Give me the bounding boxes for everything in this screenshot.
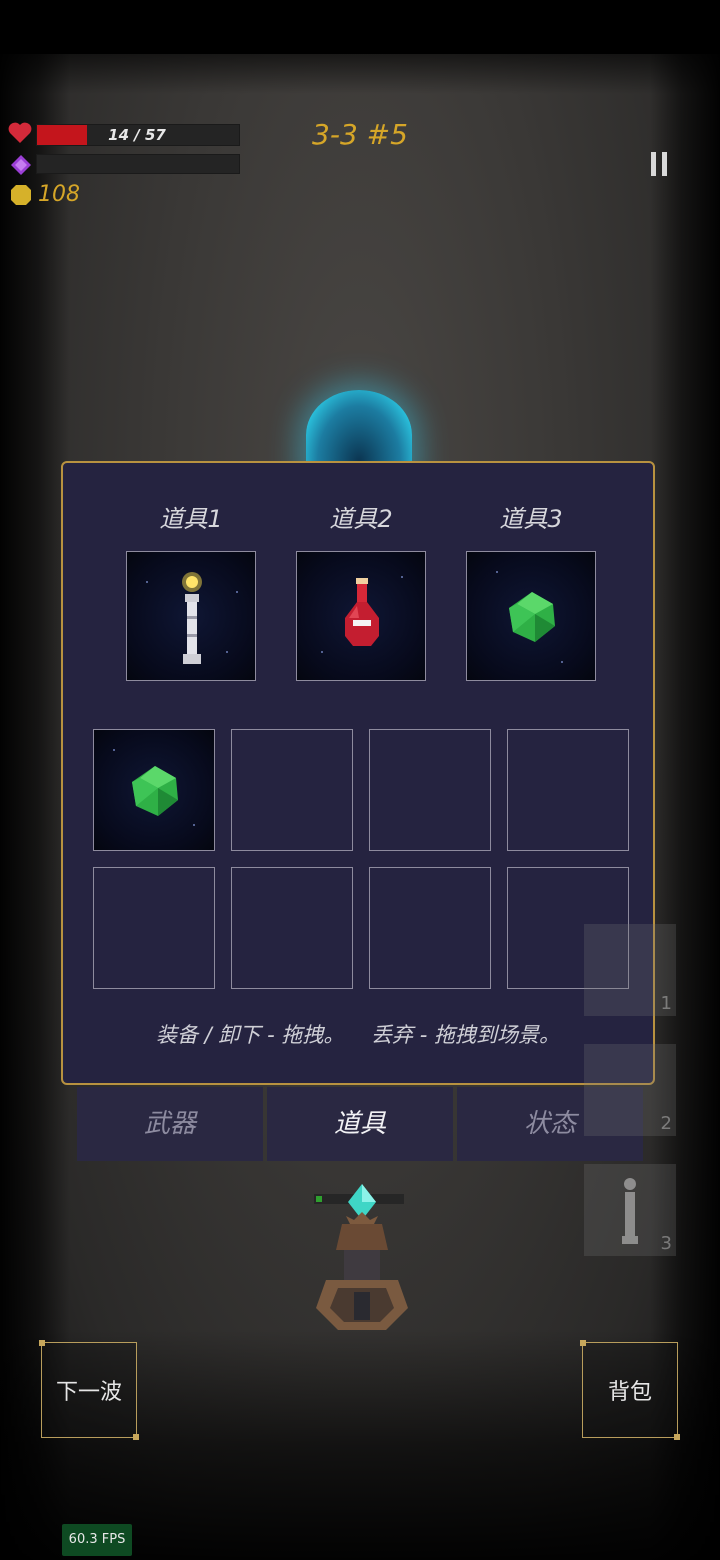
quickslot-number: 1 — [660, 993, 672, 1014]
quickslot-number: 2 — [660, 1113, 672, 1134]
level-indicator: 3-3 #5 — [312, 118, 408, 151]
tab-items[interactable]: 道具 — [267, 1087, 453, 1161]
instruction-text: 装备 / 卸下 - 拖拽。 丢弃 - 拖拽到场景。 — [156, 1023, 560, 1047]
mana-bar — [36, 154, 240, 174]
gold-count: 108 — [38, 182, 80, 207]
pause-icon — [651, 152, 656, 176]
mana-gem-icon — [11, 155, 31, 175]
health-bar: 14 / 57 — [36, 124, 240, 146]
inventory-slot[interactable] — [369, 729, 491, 851]
quickslot-number: 3 — [660, 1233, 672, 1254]
inventory-slot[interactable] — [231, 867, 353, 989]
equip-slot-3[interactable] — [466, 551, 596, 681]
pause-icon — [662, 152, 667, 176]
items-panel: 道具1 道具2 道具3 装备 / 卸下 - 拖拽。 丢弃 - 拖拽到场景。 — [61, 461, 655, 1085]
inventory-slot[interactable] — [507, 729, 629, 851]
backpack-button[interactable]: 背包 — [580, 1340, 680, 1440]
equip-slot-label: 道具3 — [499, 505, 563, 533]
green-gem-icon — [509, 592, 555, 642]
inventory-slot[interactable] — [93, 867, 215, 989]
equip-slot-2[interactable] — [296, 551, 426, 681]
inventory-slot[interactable] — [369, 867, 491, 989]
equip-slot-label: 道具1 — [159, 505, 223, 533]
green-gem-icon — [132, 766, 178, 816]
quickslot-2[interactable]: 2 — [584, 1044, 676, 1136]
quickslot-1[interactable]: 1 — [584, 924, 676, 1016]
tab-weapons[interactable]: 武器 — [77, 1087, 263, 1161]
heart-icon — [8, 122, 32, 143]
coin-icon — [11, 185, 31, 205]
fps-counter: 60.3 FPS — [62, 1524, 132, 1556]
equip-slot-1[interactable] — [126, 551, 256, 681]
inventory-slot[interactable] — [93, 729, 215, 851]
inventory-slot[interactable] — [231, 729, 353, 851]
torch-staff-icon — [622, 1178, 638, 1244]
next-wave-button[interactable]: 下一波 — [39, 1340, 139, 1440]
crystal-tower[interactable] — [304, 1180, 414, 1340]
pause-button[interactable] — [638, 140, 680, 188]
health-text: 14 / 57 — [108, 126, 166, 144]
equip-slot-label: 道具2 — [329, 505, 393, 533]
torch-staff-icon — [182, 572, 202, 664]
red-potion-icon — [345, 578, 379, 646]
quickslot-3[interactable]: 3 — [584, 1164, 676, 1256]
foliage — [0, 54, 720, 94]
